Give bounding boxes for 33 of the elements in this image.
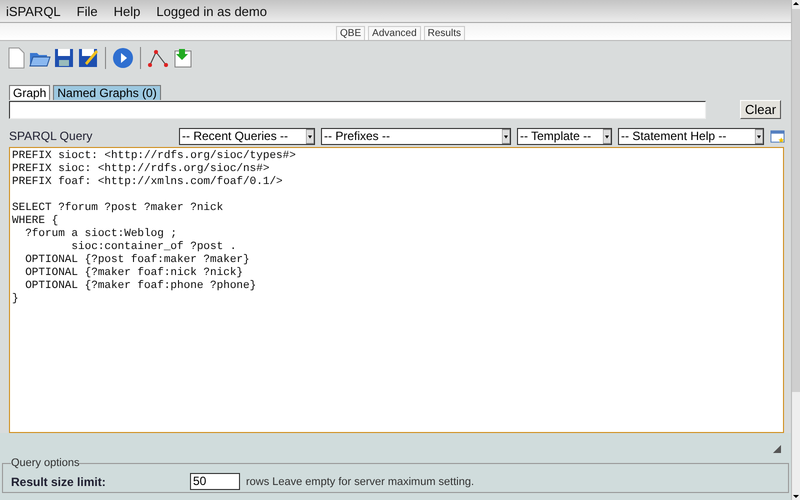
save-icon[interactable]	[53, 47, 75, 69]
field-hint: rows Leave empty for server maximum setting.	[246, 476, 474, 488]
save-as-icon[interactable]	[77, 47, 99, 69]
section-label: SPARQL Query	[9, 129, 94, 143]
view-tab[interactable]: Results	[424, 26, 465, 40]
graph-icon[interactable]	[147, 47, 169, 69]
graph-tab[interactable]: Graph	[9, 85, 50, 100]
caret-icon[interactable]	[502, 128, 510, 144]
scrollbar[interactable]	[791, 0, 800, 500]
app-menu[interactable]: iSPARQL	[6, 4, 61, 18]
run-icon[interactable]	[112, 47, 134, 69]
dropdown[interactable]: -- Template --	[517, 128, 612, 144]
dropdown[interactable]: -- Statement Help --	[618, 128, 764, 144]
resize-grip-icon[interactable]	[773, 445, 781, 453]
menu-item[interactable]: File	[76, 4, 98, 18]
caret-icon[interactable]	[306, 128, 314, 144]
field-label: Result size limit:	[11, 474, 107, 488]
result-limit-field[interactable]: 50	[190, 473, 240, 490]
graph-input-field[interactable]	[9, 100, 706, 118]
login-status: Logged in as demo	[156, 4, 267, 18]
graph-tab[interactable]: Named Graphs (0)	[53, 85, 161, 100]
caret-icon[interactable]	[755, 128, 763, 144]
new-window-icon[interactable]	[770, 128, 785, 144]
dropdown[interactable]: -- Recent Queries --	[179, 128, 315, 144]
clear-button[interactable]: Clear	[740, 100, 782, 119]
view-tab[interactable]: QBE	[336, 26, 366, 40]
scroll-down-icon[interactable]	[792, 492, 800, 500]
query-editor[interactable]: PREFIX sioct: <http://rdfs.org/sioc/types#> PREFIX sioc: <http://rdfs.org/sioc/ns#> PREFIX foaf: <http://xmlns.com/foaf/0.1/> SELECT ?forum ?post ?maker ?nick WHERE { ?forum a sioct:Weblog ; sioc:container_of ?post . OPTIONAL {?post foaf:maker ?maker} OPTIONAL {?maker foaf:nick ?nick} OPTIONAL {?maker foaf:phone ?phone} }	[9, 147, 784, 433]
menu-item[interactable]: Help	[114, 4, 140, 18]
view-tab[interactable]: Advanced	[368, 26, 421, 40]
caret-icon[interactable]	[603, 128, 611, 144]
dropdown[interactable]: -- Prefixes --	[321, 128, 511, 144]
fieldset-legend: Query options	[11, 457, 80, 469]
